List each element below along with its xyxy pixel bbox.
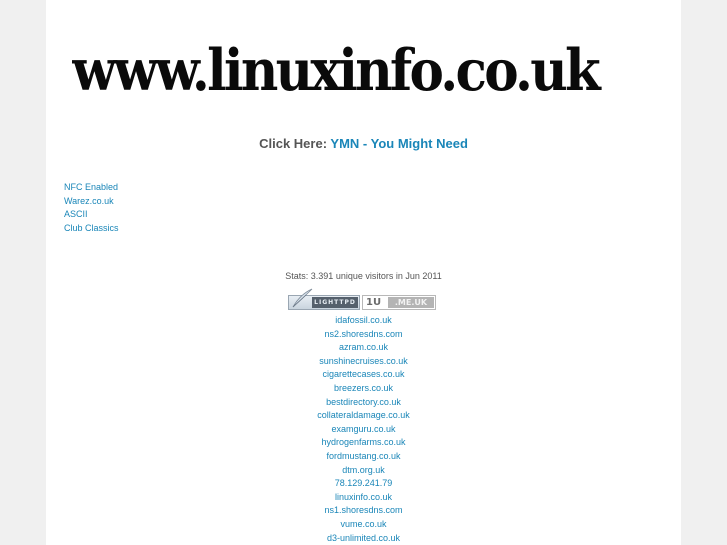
domain-link[interactable]: azram.co.uk — [0, 341, 727, 355]
promo-link[interactable]: YMN - You Might Need — [330, 136, 467, 151]
domain-link[interactable]: ns2.shoresdns.com — [0, 328, 727, 342]
side-link-club-classics[interactable]: Club Classics — [64, 222, 119, 236]
domain-link[interactable]: bestdirectory.co.uk — [0, 396, 727, 410]
domain-link[interactable]: d3-unlimited.co.uk — [0, 532, 727, 545]
domain-link[interactable]: cigarettecases.co.uk — [0, 368, 727, 382]
domain-link[interactable]: sunshinecruises.co.uk — [0, 355, 727, 369]
me-uk-badge[interactable]: 1U .ME.UK — [362, 295, 436, 310]
site-logo[interactable]: www.linuxinfo.co.uk — [72, 30, 602, 105]
side-link-ascii[interactable]: ASCII — [64, 208, 119, 222]
badges-row: LIGHTTPD 1U .ME.UK — [288, 288, 436, 310]
side-link-warez[interactable]: Warez.co.uk — [64, 195, 119, 209]
domain-link[interactable]: vume.co.uk — [0, 518, 727, 532]
feather-icon — [292, 288, 313, 308]
domain-link[interactable]: idafossil.co.uk — [0, 314, 727, 328]
me-uk-badge-prefix: 1U — [366, 297, 382, 308]
promo-line: Click Here: YMN - You Might Need — [0, 136, 727, 151]
me-uk-badge-domain: .ME.UK — [388, 297, 434, 308]
domain-link[interactable]: hydrogenfarms.co.uk — [0, 436, 727, 450]
side-links: NFC Enabled Warez.co.uk ASCII Club Class… — [64, 181, 119, 235]
domain-link[interactable]: ns1.shoresdns.com — [0, 504, 727, 518]
domain-list: idafossil.co.uk ns2.shoresdns.com azram.… — [0, 314, 727, 545]
lighttpd-badge-label: LIGHTTPD — [312, 297, 358, 308]
promo-prefix: Click Here: — [259, 136, 328, 151]
visitor-stats: Stats: 3.391 unique visitors in Jun 2011 — [285, 271, 442, 281]
domain-link[interactable]: examguru.co.uk — [0, 423, 727, 437]
domain-link[interactable]: fordmustang.co.uk — [0, 450, 727, 464]
side-link-nfc-enabled[interactable]: NFC Enabled — [64, 181, 119, 195]
domain-link[interactable]: breezers.co.uk — [0, 382, 727, 396]
domain-link[interactable]: 78.129.241.79 — [0, 477, 727, 491]
domain-link[interactable]: dtm.org.uk — [0, 464, 727, 478]
domain-link[interactable]: linuxinfo.co.uk — [0, 491, 727, 505]
site-logo-text: www.linuxinfo.co.uk — [72, 37, 602, 104]
lighttpd-badge[interactable]: LIGHTTPD — [288, 288, 360, 310]
domain-link[interactable]: collateraldamage.co.uk — [0, 409, 727, 423]
